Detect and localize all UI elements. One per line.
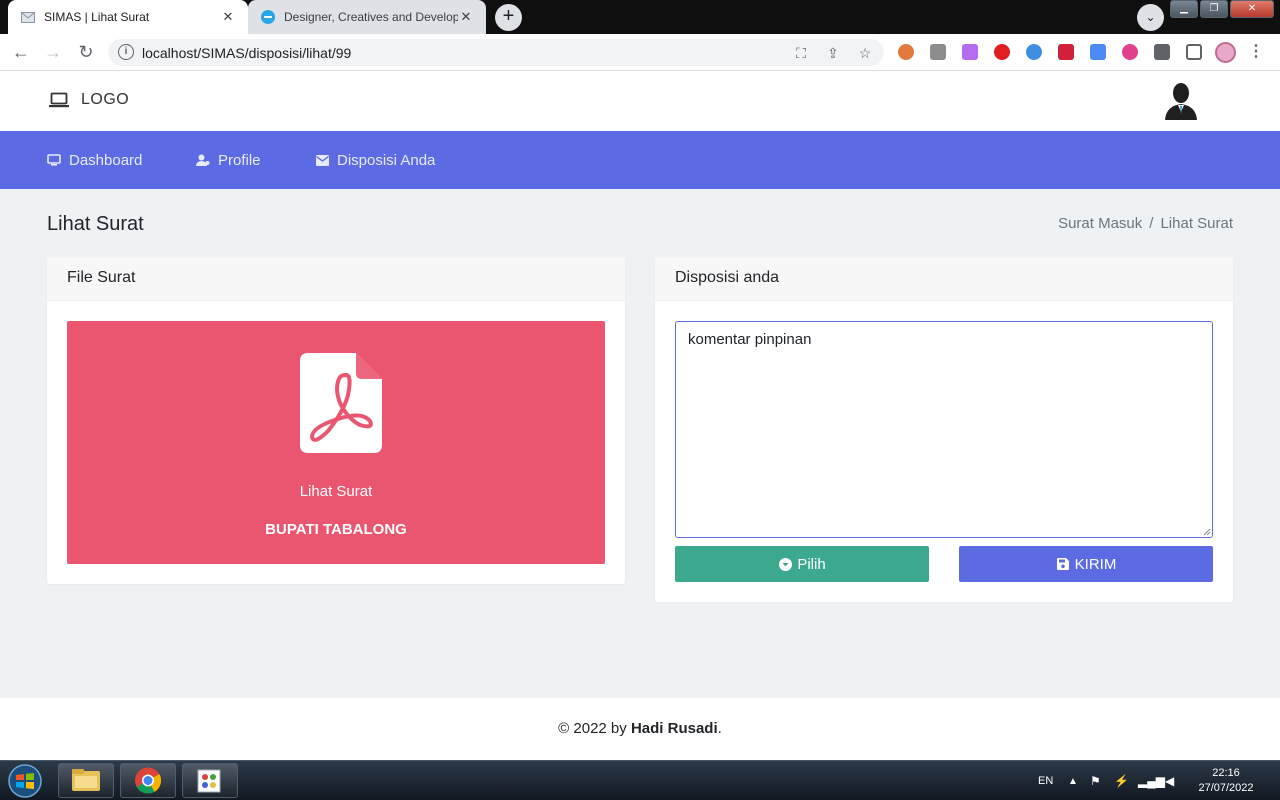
close-icon[interactable]: ✕ [458,9,474,25]
sidebar-icon[interactable] [1186,44,1202,60]
minimize-button[interactable]: ▁ [1170,0,1198,18]
chrome-icon[interactable] [120,763,176,798]
main-navbar: Dashboard Profile Disposisi Anda [0,131,1280,189]
nav-item-label: Profile [218,151,261,169]
menu-icon[interactable]: ⋮ [1248,42,1264,62]
windows-start-icon[interactable] [5,763,45,799]
translate-icon[interactable]: ⛶ [792,44,810,62]
extension-icon[interactable] [1090,44,1106,60]
resize-grip-icon[interactable] [1203,528,1211,536]
nav-item-label: Dashboard [69,151,143,169]
footer-suffix: . [717,720,722,737]
nav-item-label: Disposisi Anda [337,151,436,169]
lihat-surat-link[interactable]: Lihat Surat [67,483,605,500]
file-explorer-icon[interactable] [58,763,114,798]
adblock-icon[interactable] [994,44,1010,60]
browser-tab-strip: SIMAS | Lihat Surat ✕ Designer, Creative… [0,0,1280,34]
chevron-up-icon[interactable]: ▲ [1068,761,1078,800]
site-logo[interactable]: LOGO [49,91,129,109]
url-text: localhost/SIMAS/disposisi/lihat/99 [142,45,352,61]
nav-item-profile[interactable]: Profile [196,131,261,189]
nav-item-disposisi[interactable]: Disposisi Anda [315,131,435,189]
chevron-down-circle-icon [778,557,792,571]
page-title: Lihat Surat [47,213,144,235]
color-picker-icon[interactable] [1122,44,1138,60]
restore-button[interactable]: ❐ [1200,0,1228,18]
footer-author: Hadi Rusadi [630,720,718,737]
star-icon[interactable]: ☆ [856,44,874,62]
forward-arrow-icon[interactable]: → [42,41,64,63]
sender-name: BUPATI TABALONG [265,521,407,538]
nav-item-dashboard[interactable]: Dashboard [47,131,142,189]
new-tab-button[interactable]: + [495,4,522,31]
volume-icon[interactable]: ◀ [1165,761,1174,800]
site-footer: © 2022 by Hadi Rusadi. [0,698,1280,760]
extension-icon[interactable] [1058,44,1074,60]
pilih-button[interactable]: Pilih [675,546,929,582]
file-preview-box[interactable]: Lihat Surat BUPATI TABALONG [67,321,605,564]
envelope-icon [315,153,329,167]
envelope-icon [20,9,36,25]
back-arrow-icon[interactable]: ← [10,41,32,63]
disposisi-card: Disposisi anda komentar pinpinan Pilih K… [655,257,1233,602]
laptop-icon [49,92,69,108]
clock-time: 22:16 [1212,767,1240,779]
pdf-file-icon [300,353,382,453]
web-page: LOGO Dashboard Profile Disposisi Anda Li… [0,71,1280,760]
monitor-icon [47,153,61,167]
language-indicator[interactable]: EN [1038,761,1053,800]
footer-prefix: © 2022 by [558,720,631,737]
tab-title: Designer, Creatives and Developers [284,10,458,24]
address-bar[interactable]: i localhost/SIMAS/disposisi/lihat/99 ⛶ ⇪… [108,39,884,66]
tab-simas[interactable]: SIMAS | Lihat Surat ✕ [8,0,248,34]
os-taskbar: EN ▲ ⚑ ⚡ ▂▄▆ ◀ 22:16 27/07/2022 [0,760,1280,800]
breadcrumb-item-lihat-surat: Lihat Surat [1160,215,1233,232]
button-label: Pilih [797,555,826,573]
browser-toolbar: ← → ↻ i localhost/SIMAS/disposisi/lihat/… [0,34,1280,71]
chevron-down-icon[interactable]: ⌄ [1137,4,1164,31]
tab-title: SIMAS | Lihat Surat [44,10,150,24]
close-icon[interactable]: ✕ [220,9,236,25]
reload-icon[interactable]: ↻ [75,41,97,63]
button-label: KIRIM [1074,555,1117,573]
user-icon [196,153,210,167]
clock-date: 27/07/2022 [1198,782,1254,794]
comment-textarea[interactable]: komentar pinpinan [675,321,1213,538]
breadcrumb-item-surat-masuk[interactable]: Surat Masuk [1058,215,1142,232]
logo-text: LOGO [81,91,130,108]
breadcrumb: Surat Masuk / Lihat Surat [1058,215,1233,232]
extension-icon[interactable] [1026,44,1042,60]
puzzle-icon[interactable] [1154,44,1170,60]
globe-icon [260,9,276,25]
window-close-button[interactable]: ✕ [1230,0,1274,18]
window-controls: ▁ ❐ ✕ [1168,0,1274,18]
kirim-button[interactable]: KIRIM [959,546,1213,582]
card-header: Disposisi anda [655,257,1233,301]
profile-avatar[interactable] [1215,42,1236,63]
breadcrumb-separator: / [1149,215,1154,232]
card-header: File Surat [47,257,625,301]
flag-icon[interactable]: ⚑ [1090,761,1101,800]
site-header: LOGO [0,71,1280,131]
paint-icon[interactable] [182,763,238,798]
extension-icon[interactable] [898,44,914,60]
info-icon[interactable]: i [118,44,134,60]
eyedropper-icon[interactable] [930,44,946,60]
system-clock[interactable]: 22:16 27/07/2022 [1188,766,1264,796]
user-avatar-icon[interactable] [1163,82,1199,120]
share-icon[interactable]: ⇪ [824,44,842,62]
extension-icon[interactable] [962,44,978,60]
tab-designer[interactable]: Designer, Creatives and Developers ✕ [248,0,486,34]
file-surat-card: File Surat Lihat Surat BUPATI TABALONG [47,257,625,584]
save-icon [1056,557,1070,571]
power-icon[interactable]: ⚡ [1114,761,1129,800]
network-icon[interactable]: ▂▄▆ [1138,761,1165,800]
